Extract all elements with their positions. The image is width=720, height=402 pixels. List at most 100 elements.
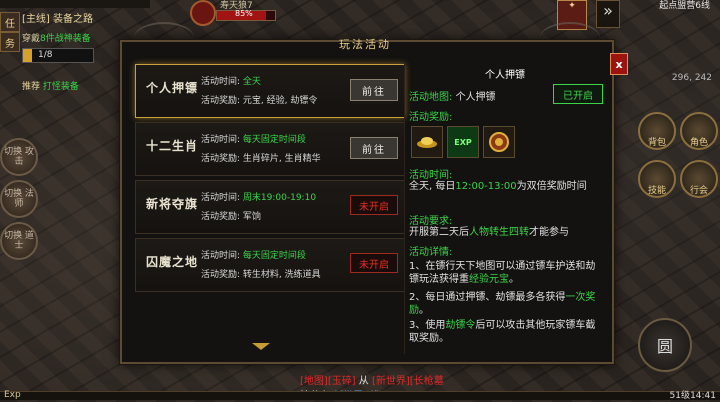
- switch-label: 切换 攻击: [4, 147, 34, 167]
- collapse-arrow-icon[interactable]: »: [596, 0, 620, 28]
- activity-list: 个人押镖 活动时间: 全天 活动奖励: 元宝, 经验, 劫镖令 前往 十二生肖 …: [135, 64, 405, 360]
- reward-value: 军饷: [242, 212, 261, 222]
- target-boss-hud[interactable]: 寿天狼7 85%: [190, 0, 290, 26]
- desc-highlight: 劫镖令: [445, 320, 476, 331]
- detail-title: 个人押镖: [485, 70, 525, 81]
- time-label: 活动时间:: [201, 193, 241, 203]
- detail-desc-3: 3、使用劫镖令后可以攻击其他玩家镖车截取奖励。: [409, 319, 605, 345]
- recommend-label: 推荐: [22, 82, 41, 92]
- chat-item-tag: [玉碎]: [327, 376, 356, 387]
- quest-sub-prefix: 穿戴: [22, 34, 41, 44]
- desc-highlight: 经验元宝: [469, 274, 509, 285]
- boss-portrait-icon: [190, 0, 216, 26]
- status-badge: 已开启: [553, 84, 603, 104]
- activity-time-row: 活动时间: 周末19:00-19:10: [201, 190, 316, 203]
- reward-label: 活动奖励:: [201, 154, 241, 164]
- detail-reward-label: 活动奖励:: [409, 112, 453, 123]
- map-value: 个人押镖: [455, 92, 496, 103]
- req-highlight: 人物转生四转: [469, 227, 529, 238]
- detail-desc-label: 活动详情:: [409, 247, 453, 258]
- switch-label: 切换 法师: [4, 189, 34, 209]
- detail-req-text: 开服第二天后人物转生四转才能参与: [409, 226, 605, 239]
- player-coords: 296, 242: [671, 73, 712, 83]
- map-name: 起点盟营6线: [659, 1, 710, 11]
- chat-text: 从: [355, 376, 372, 387]
- desc-text: 2、每日通过押镖、劫镖最多各获得: [409, 292, 566, 303]
- main-attack-icon[interactable]: 圆: [638, 318, 692, 372]
- switch-mage-button[interactable]: 切换 法师: [0, 180, 38, 218]
- skill-label: 技能: [647, 186, 666, 196]
- character-icon[interactable]: 角色: [680, 112, 718, 150]
- activity-item-demon[interactable]: 囚魔之地 活动时间: 每天固定时间段 活动奖励: 转生材料, 洗练道具 未开启: [135, 238, 405, 292]
- side-tab-task[interactable]: 任: [0, 12, 20, 32]
- reward-label: 活动奖励:: [201, 96, 241, 106]
- detail-time-label: 活动时间:: [409, 170, 453, 181]
- go-button[interactable]: 前往: [350, 137, 398, 159]
- activity-reward-row: 活动奖励: 元宝, 经验, 劫镖令: [201, 93, 317, 106]
- chat-map-tag: [地图]: [300, 376, 328, 387]
- map-label: 活动地图:: [409, 92, 453, 103]
- activity-time-row: 活动时间: 全天: [201, 74, 261, 87]
- time-text: 全天, 每日: [409, 181, 456, 192]
- activity-detail-panel: 个人押镖 活动地图: 个人押镖 已开启 活动奖励: EXP 活动时间: 全天, …: [405, 62, 605, 354]
- detail-req-label: 活动要求:: [409, 216, 453, 227]
- activity-item-escort[interactable]: 个人押镖 活动时间: 全天 活动奖励: 元宝, 经验, 劫镖令 前往: [135, 64, 405, 118]
- not-open-badge: 未开启: [350, 253, 398, 273]
- time-highlight: 12:00-13:00: [455, 181, 517, 192]
- quest-progress-bar: [22, 48, 94, 63]
- character-label: 角色: [689, 138, 708, 148]
- chevron-down-icon[interactable]: [252, 343, 270, 350]
- req-text: 才能参与: [529, 227, 569, 238]
- activity-name: 囚魔之地: [145, 255, 198, 269]
- dragon-ornament-icon: [540, 22, 600, 54]
- desc-text: 。: [509, 274, 519, 285]
- detail-time-text: 全天, 每日12:00-13:00为双倍奖励时间: [409, 180, 605, 193]
- guild-icon[interactable]: 行会: [680, 160, 718, 198]
- time-value: 周末19:00-19:10: [242, 193, 317, 203]
- activity-name: 个人押镖: [145, 81, 198, 95]
- boss-hp-percent: 85%: [235, 9, 253, 18]
- recommend-track[interactable]: 推荐 打怪装备: [22, 79, 79, 92]
- quest-title[interactable]: [主线] 装备之路: [22, 10, 93, 25]
- dialog-title: 玩法活动: [339, 38, 391, 51]
- exp-icon[interactable]: EXP: [447, 126, 479, 158]
- quest-subtitle[interactable]: 穿戴8件战神装备: [22, 31, 91, 44]
- bag-label: 背包: [647, 138, 666, 148]
- exp-text: EXP: [454, 137, 472, 147]
- reward-value: 转生材料, 洗练道具: [242, 270, 321, 280]
- desc-text: 。: [419, 305, 429, 316]
- time-label: 活动时间:: [201, 135, 241, 145]
- side-tab-label: 务: [5, 38, 15, 50]
- detail-desc-1: 1、在镖行天下地图可以通过镖车护送和劫镖玩法获得重经验元宝。: [409, 260, 605, 286]
- dragon-ornament-icon: [134, 22, 194, 54]
- escort-token-icon[interactable]: [483, 126, 515, 158]
- activity-time-row: 活动时间: 每天固定时间段: [201, 132, 306, 145]
- bag-icon[interactable]: 背包: [638, 112, 676, 150]
- reward-label: 活动奖励:: [201, 270, 241, 280]
- go-button[interactable]: 前往: [350, 79, 398, 101]
- chat-line[interactable]: [地图][玉碎] 从 [新世界][长枪墓: [300, 372, 444, 387]
- main-attack-label: 圆: [656, 337, 673, 356]
- skill-icon[interactable]: 技能: [638, 160, 676, 198]
- activity-name: 十二生肖: [145, 139, 198, 153]
- switch-taoist-button[interactable]: 切换 道士: [0, 222, 38, 260]
- time-label: 活动时间:: [201, 251, 241, 261]
- activity-reward-row: 活动奖励: 军饷: [201, 209, 261, 222]
- desc-text: 3、使用: [409, 320, 446, 331]
- guild-label: 行会: [689, 186, 708, 196]
- switch-attack-button[interactable]: 切换 攻击: [0, 138, 38, 176]
- time-value: 每天固定时间段: [242, 135, 306, 145]
- gold-ingot-icon[interactable]: [411, 126, 443, 158]
- switch-label: 切换 道士: [4, 231, 34, 251]
- close-button[interactable]: x: [610, 53, 628, 75]
- detail-map: 活动地图: 个人押镖: [409, 88, 496, 103]
- chat-place-tag: [长枪墓: [409, 376, 444, 387]
- activity-item-flag[interactable]: 新将夺旗 活动时间: 周末19:00-19:10 活动奖励: 军饷 未开启: [135, 180, 405, 234]
- not-open-badge: 未开启: [350, 195, 398, 215]
- time-value: 每天固定时间段: [242, 251, 306, 261]
- req-text: 开服第二天后: [409, 227, 469, 238]
- activity-reward-row: 活动奖励: 生肖碎片, 生肖精华: [201, 151, 321, 164]
- activity-item-zodiac[interactable]: 十二生肖 活动时间: 每天固定时间段 活动奖励: 生肖碎片, 生肖精华 前往: [135, 122, 405, 176]
- exp-bar: [0, 391, 720, 400]
- side-tab-task-2[interactable]: 务: [0, 32, 20, 52]
